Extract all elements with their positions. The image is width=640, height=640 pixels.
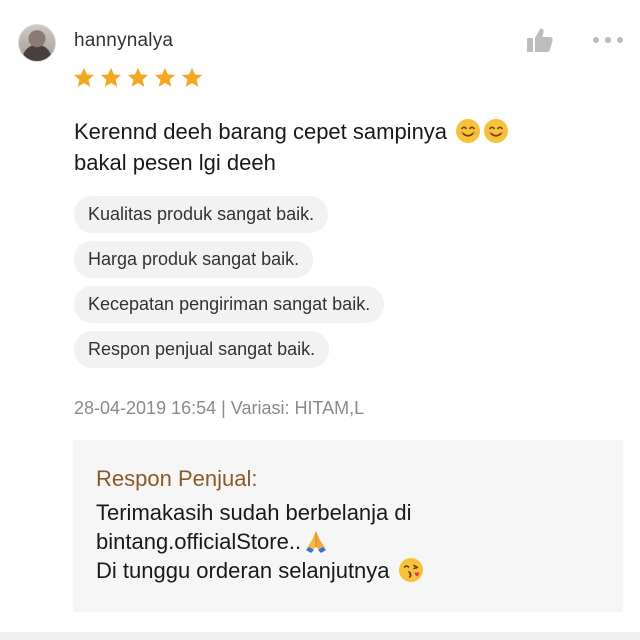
tag-chip: Harga produk sangat baik. — [74, 241, 314, 278]
smiling-face-icon — [484, 119, 509, 143]
review-tags: Kualitas produk sangat baik. Harga produ… — [74, 196, 385, 368]
like-button[interactable] — [524, 24, 556, 56]
star-rating — [72, 66, 204, 90]
response-line: bintang.officialStore.. — [96, 527, 601, 556]
folded-hands-icon — [306, 531, 327, 553]
face-blowing-kiss-icon — [398, 558, 423, 582]
star-icon — [182, 67, 202, 87]
username[interactable]: hannynalya — [74, 30, 173, 52]
tag-chip: Kecepatan pengiriman sangat baik. — [74, 286, 385, 323]
review-meta: 28-04-2019 16:54 | Variasi: HITAM,L — [74, 398, 365, 418]
response-line-text: Terimakasih sudah berbelanja di — [96, 500, 412, 525]
response-line: Terimakasih sudah berbelanja di — [96, 498, 601, 527]
thumbs-up-icon — [527, 28, 553, 52]
response-line-text: bintang.officialStore.. — [96, 529, 302, 554]
more-options-button[interactable] — [590, 24, 626, 56]
bottom-divider — [0, 632, 640, 640]
more-dots-icon — [593, 37, 623, 43]
review-comment: Kerennd deeh barang cepet sampinya bakal… — [74, 116, 614, 178]
seller-response-text: Terimakasih sudah berbelanja di bintang.… — [96, 498, 601, 585]
response-line-text: Di tunggu orderan selanjutnya — [96, 558, 390, 583]
comment-line: Kerennd deeh barang cepet sampinya — [74, 116, 614, 147]
smiling-face-icon — [456, 119, 481, 143]
star-icon — [101, 67, 121, 87]
seller-response-title: Respon Penjual: — [96, 466, 258, 491]
tag-chip: Respon penjual sangat baik. — [74, 331, 330, 368]
avatar[interactable] — [18, 24, 56, 62]
comment-line: bakal pesen lgi deeh — [74, 147, 614, 178]
star-icon — [155, 67, 175, 87]
response-line: Di tunggu orderan selanjutnya — [96, 556, 601, 585]
star-icon — [128, 67, 148, 87]
review-card: hannynalya Kerennd deeh barang cepet sam… — [0, 0, 640, 640]
tag-chip: Kualitas produk sangat baik. — [74, 196, 329, 233]
comment-text: bakal pesen lgi deeh — [74, 150, 276, 175]
comment-text: Kerennd deeh barang cepet sampinya — [74, 119, 448, 144]
seller-response: Respon Penjual: Terimakasih sudah berbel… — [73, 440, 623, 612]
star-icon — [74, 67, 94, 87]
